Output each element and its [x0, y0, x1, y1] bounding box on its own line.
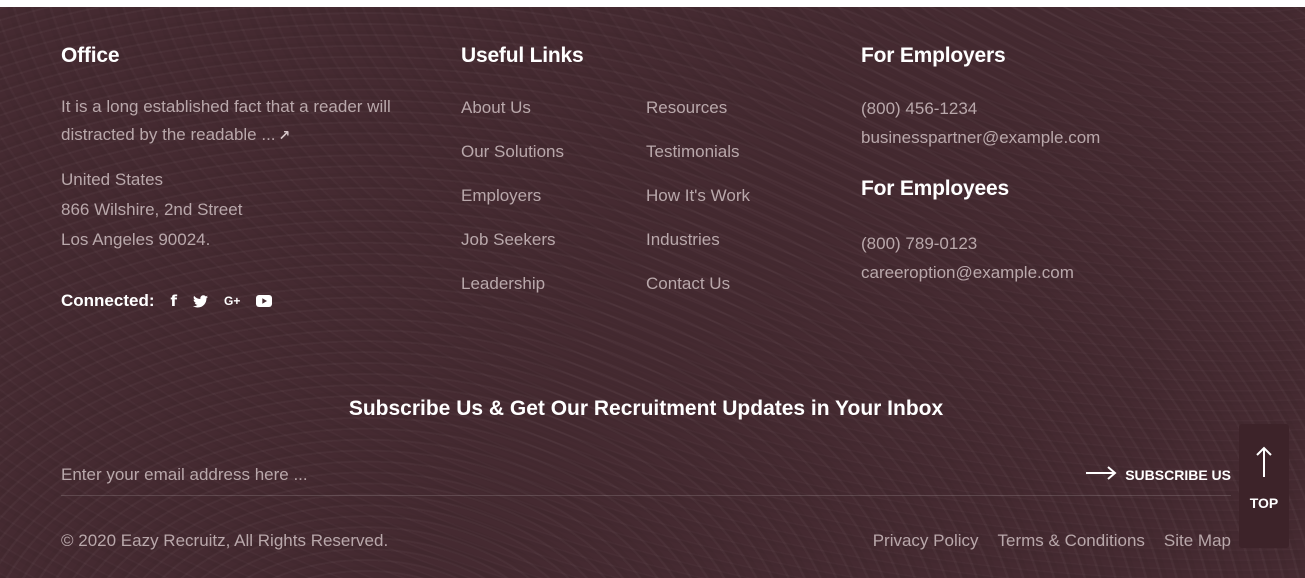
useful-links-list: About Us Resources Our Solutions Testimo… [461, 94, 821, 298]
address-line-city: Los Angeles 90024. [61, 230, 211, 249]
office-description-text: It is a long established fact that a rea… [61, 97, 391, 144]
site-footer: Office It is a long established fact tha… [0, 7, 1305, 578]
link-leadership[interactable]: Leadership [461, 270, 646, 298]
office-description: It is a long established fact that a rea… [61, 93, 391, 149]
connected-label: Connected: [61, 291, 155, 310]
terms-conditions-link[interactable]: Terms & Conditions [998, 531, 1145, 551]
subscribe-button[interactable]: SUBSCRIBE US [1085, 466, 1231, 483]
employees-contact: (800) 789-0123 careeroption@example.com [861, 229, 1241, 287]
link-our-solutions[interactable]: Our Solutions [461, 138, 646, 166]
copyright-text: © 2020 Eazy Recruitz, All Rights Reserve… [61, 531, 389, 550]
address-line-street: 866 Wilshire, 2nd Street [61, 200, 243, 219]
subscribe-title: Subscribe Us & Get Our Recruitment Updat… [348, 397, 944, 420]
subscribe-form: SUBSCRIBE US [61, 454, 1231, 496]
link-resources[interactable]: Resources [646, 94, 831, 122]
back-to-top-label: TOP [1249, 495, 1279, 511]
back-to-top-button[interactable]: TOP [1239, 424, 1289, 548]
address-line-country: United States [61, 170, 164, 189]
link-job-seekers[interactable]: Job Seekers [461, 226, 646, 254]
link-contact-us[interactable]: Contact Us [646, 270, 831, 298]
link-industries[interactable]: Industries [646, 226, 831, 254]
employers-phone[interactable]: (800) 456-1234 [861, 94, 1241, 123]
link-how-its-work[interactable]: How It's Work [646, 182, 831, 210]
bottom-links: Privacy Policy Terms & Conditions Site M… [873, 531, 1231, 551]
office-heading: Office [61, 44, 120, 67]
youtube-icon[interactable] [256, 295, 273, 307]
arrow-up-icon [1255, 446, 1273, 483]
social-connected: Connected: f G+ [61, 291, 288, 311]
facebook-icon[interactable]: f [171, 292, 178, 310]
employers-email[interactable]: businesspartner@example.com [861, 123, 1241, 152]
site-map-link[interactable]: Site Map [1164, 531, 1231, 551]
subscribe-button-label: SUBSCRIBE US [1125, 466, 1231, 483]
twitter-icon[interactable] [193, 294, 209, 308]
email-input[interactable] [61, 459, 761, 490]
google-plus-icon[interactable]: G+ [224, 294, 240, 308]
employers-contact: (800) 456-1234 businesspartner@example.c… [861, 94, 1241, 152]
link-about-us[interactable]: About Us [461, 94, 646, 122]
useful-links-column: Useful Links About Us Resources Our Solu… [461, 43, 821, 298]
arrow-right-icon [1085, 466, 1117, 483]
employers-heading: For Employers [861, 44, 1006, 67]
useful-links-heading: Useful Links [461, 44, 584, 67]
office-column: Office It is a long established fact tha… [61, 43, 401, 310]
privacy-policy-link[interactable]: Privacy Policy [873, 531, 979, 551]
arrow-up-right-icon[interactable]: ↗ [279, 127, 291, 143]
link-employers[interactable]: Employers [461, 182, 646, 210]
employees-heading: For Employees [861, 177, 1009, 200]
link-testimonials[interactable]: Testimonials [646, 138, 831, 166]
office-address: United States 866 Wilshire, 2nd Street L… [61, 165, 401, 255]
employees-phone[interactable]: (800) 789-0123 [861, 229, 1241, 258]
employees-email[interactable]: careeroption@example.com [861, 258, 1241, 287]
contact-column: For Employers (800) 456-1234 businesspar… [861, 43, 1241, 287]
